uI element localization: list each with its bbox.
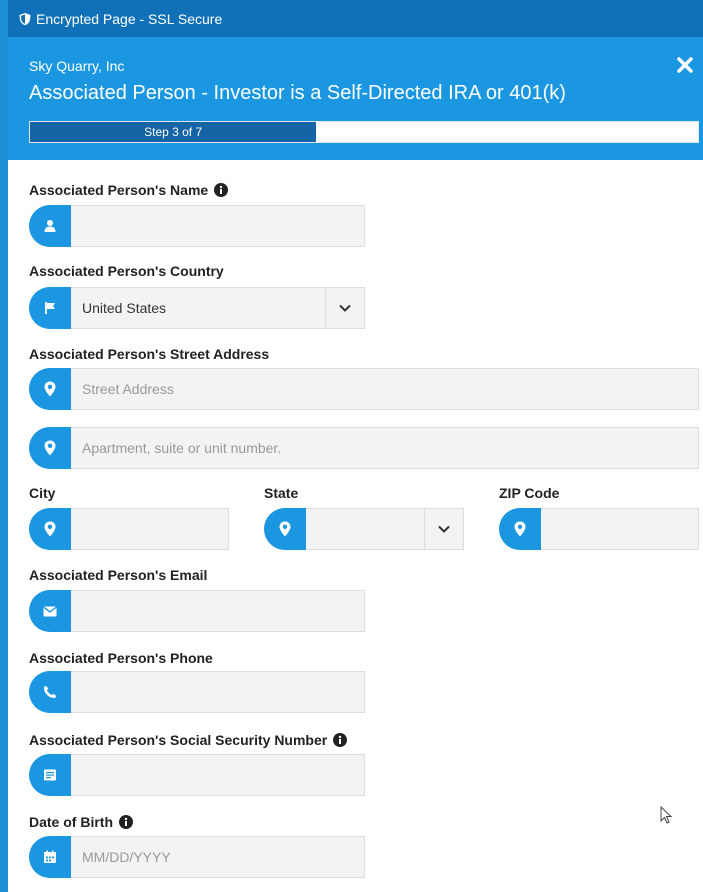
- phone-icon: [29, 671, 71, 713]
- ssn-field[interactable]: [29, 754, 365, 796]
- flag-icon: [29, 287, 71, 329]
- apartment-placeholder: Apartment, suite or unit number.: [82, 440, 282, 456]
- mouse-cursor-icon: [660, 806, 672, 824]
- info-icon[interactable]: [214, 183, 229, 197]
- zip-field[interactable]: [499, 508, 699, 550]
- dob-field[interactable]: MM/DD/YYYY: [29, 836, 365, 878]
- chevron-down-icon[interactable]: [424, 509, 463, 549]
- map-marker-icon: [499, 508, 541, 550]
- progress-fill: Step 3 of 7: [30, 122, 317, 142]
- shield-icon: [18, 12, 32, 26]
- map-marker-icon: [29, 368, 71, 410]
- name-label: Associated Person's Name: [29, 182, 229, 198]
- info-icon[interactable]: [333, 733, 348, 747]
- form-body: Associated Person's Name Associated Pers…: [8, 160, 703, 892]
- chevron-down-icon[interactable]: [325, 288, 364, 328]
- phone-label: Associated Person's Phone: [29, 650, 213, 666]
- name-field[interactable]: [29, 205, 365, 247]
- progress-bar: Step 3 of 7: [29, 121, 699, 143]
- street-address-field[interactable]: Street Address: [29, 368, 699, 410]
- email-field[interactable]: [29, 590, 365, 632]
- zip-label: ZIP Code: [499, 485, 560, 501]
- calendar-icon: [29, 836, 71, 878]
- country-select[interactable]: United States: [29, 287, 365, 329]
- street-label: Associated Person's Street Address: [29, 346, 270, 362]
- city-label: City: [29, 485, 56, 501]
- envelope-icon: [29, 590, 71, 632]
- phone-field[interactable]: [29, 671, 365, 713]
- map-marker-icon: [29, 508, 71, 550]
- close-icon: [677, 57, 693, 73]
- dob-label: Date of Birth: [29, 814, 133, 830]
- email-label: Associated Person's Email: [29, 567, 208, 583]
- company-name: Sky Quarry, Inc: [29, 58, 125, 74]
- progress-label: Step 3 of 7: [144, 125, 203, 139]
- map-marker-icon: [29, 427, 71, 469]
- window-frame-left: [0, 0, 8, 892]
- city-field[interactable]: [29, 508, 229, 550]
- page-title: Associated Person - Investor is a Self-D…: [29, 82, 566, 104]
- close-button[interactable]: [673, 53, 697, 77]
- country-value: United States: [82, 300, 167, 316]
- info-icon[interactable]: [119, 815, 133, 829]
- apartment-field[interactable]: Apartment, suite or unit number.: [29, 427, 699, 469]
- user-icon: [29, 205, 71, 247]
- secure-bar-label: Encrypted Page - SSL Secure: [36, 10, 223, 27]
- street-address-placeholder: Street Address: [82, 381, 174, 397]
- modal-header: Sky Quarry, Inc Associated Person - Inve…: [8, 37, 703, 160]
- state-select[interactable]: [264, 508, 464, 550]
- dob-placeholder: MM/DD/YYYY: [82, 849, 171, 865]
- state-label: State: [264, 485, 299, 501]
- secure-bar: Encrypted Page - SSL Secure: [8, 0, 703, 37]
- map-marker-icon: [264, 508, 306, 550]
- id-card-icon: [29, 754, 71, 796]
- ssn-label: Associated Person's Social Security Numb…: [29, 732, 348, 748]
- country-label: Associated Person's Country: [29, 263, 224, 279]
